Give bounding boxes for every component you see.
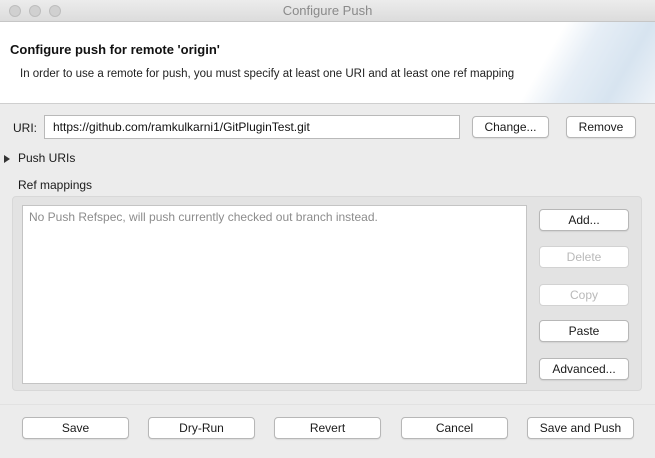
delete-button[interactable]: Delete	[539, 246, 629, 268]
header-banner: Configure push for remote 'origin' In or…	[0, 22, 655, 104]
push-uris-disclosure-icon[interactable]	[4, 155, 10, 163]
footer-divider	[0, 404, 655, 405]
advanced-button[interactable]: Advanced...	[539, 358, 629, 380]
window-title: Configure Push	[282, 3, 373, 18]
ref-mappings-list[interactable]: No Push Refspec, will push currently che…	[22, 205, 527, 384]
revert-button[interactable]: Revert	[274, 417, 381, 439]
change-button[interactable]: Change...	[472, 116, 549, 138]
dry-run-button[interactable]: Dry-Run	[148, 417, 255, 439]
uri-label: URI:	[13, 121, 37, 135]
add-button[interactable]: Add...	[539, 209, 629, 231]
configure-push-dialog: Configure Push Configure push for remote…	[0, 0, 655, 458]
cancel-button[interactable]: Cancel	[401, 417, 508, 439]
page-title: Configure push for remote 'origin'	[10, 42, 220, 57]
uri-field[interactable]	[44, 115, 460, 139]
remove-button[interactable]: Remove	[566, 116, 636, 138]
title-bar: Configure Push	[0, 0, 655, 22]
save-button[interactable]: Save	[22, 417, 129, 439]
banner-decoration	[455, 22, 655, 103]
paste-button[interactable]: Paste	[539, 320, 629, 342]
save-and-push-button[interactable]: Save and Push	[527, 417, 634, 439]
push-uris-toggle[interactable]: Push URIs	[18, 151, 75, 165]
list-item[interactable]: No Push Refspec, will push currently che…	[29, 210, 378, 224]
ref-mappings-label: Ref mappings	[18, 178, 93, 192]
page-description: In order to use a remote for push, you m…	[20, 68, 515, 80]
copy-button[interactable]: Copy	[539, 284, 629, 306]
